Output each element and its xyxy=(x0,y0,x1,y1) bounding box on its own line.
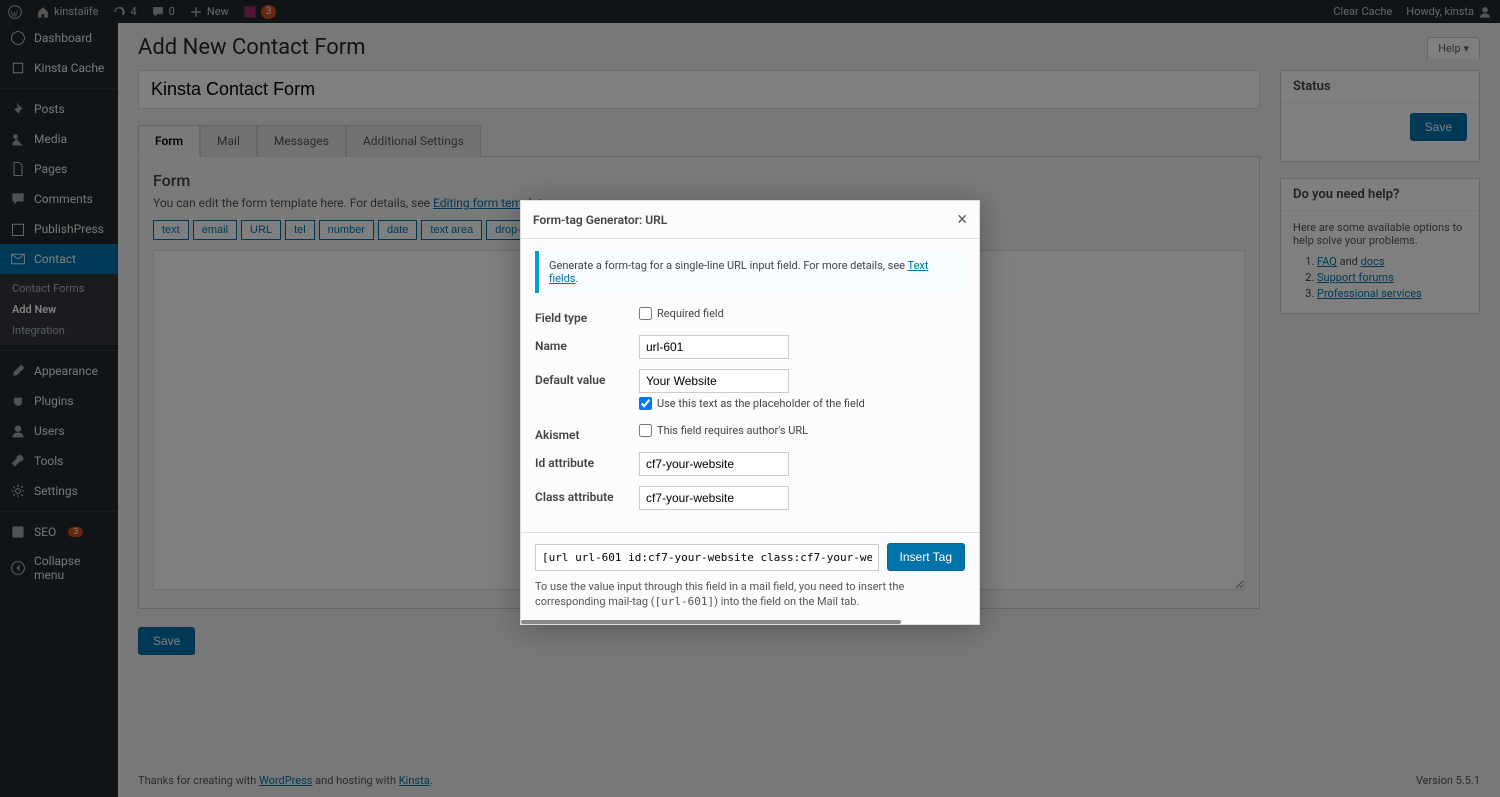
required-field-label[interactable]: Required field xyxy=(639,307,965,320)
modal-scrollbar[interactable] xyxy=(521,620,901,624)
label-name: Name xyxy=(535,335,639,353)
label-akismet: Akismet xyxy=(535,424,639,442)
class-attribute-input[interactable] xyxy=(639,486,789,510)
label-id-attribute: Id attribute xyxy=(535,452,639,470)
label-class-attribute: Class attribute xyxy=(535,486,639,504)
placeholder-option-label[interactable]: Use this text as the placeholder of the … xyxy=(639,397,965,410)
generated-tag-input[interactable] xyxy=(535,544,879,571)
insert-tag-button[interactable]: Insert Tag xyxy=(887,543,965,571)
modal-close-button[interactable]: × xyxy=(957,209,967,230)
name-input[interactable] xyxy=(639,335,789,359)
modal-foot-note: To use the value input through this fiel… xyxy=(535,579,965,610)
label-field-type: Field type xyxy=(535,307,639,325)
placeholder-checkbox[interactable] xyxy=(639,397,652,410)
modal-title: Form-tag Generator: URL xyxy=(533,213,667,227)
akismet-option-label[interactable]: This field requires author's URL xyxy=(639,424,965,437)
default-value-input[interactable] xyxy=(639,369,789,393)
id-attribute-input[interactable] xyxy=(639,452,789,476)
modal-info: Generate a form-tag for a single-line UR… xyxy=(535,251,965,293)
label-default-value: Default value xyxy=(535,369,639,387)
form-tag-generator-modal: Form-tag Generator: URL × Generate a for… xyxy=(520,200,980,625)
akismet-checkbox[interactable] xyxy=(639,424,652,437)
required-checkbox[interactable] xyxy=(639,307,652,320)
